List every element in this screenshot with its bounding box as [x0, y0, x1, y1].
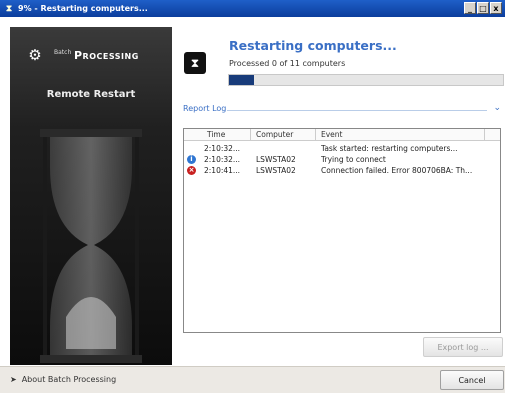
info-icon: i: [187, 155, 196, 164]
divider: [484, 129, 485, 140]
report-log-table[interactable]: Time Computer Event 2:10:32... Task start…: [183, 128, 501, 333]
table-row[interactable]: × 2:10:41... LSWSTA02 Connection failed. Er…: [184, 165, 500, 176]
cell-computer: LSWSTA02: [256, 166, 296, 175]
task-status: Processed 0 of 11 computers: [229, 59, 346, 68]
cell-event: Task started: restarting computers...: [321, 144, 458, 153]
task-icon: ⧗: [184, 52, 206, 74]
window-controls: _ □ x: [464, 2, 502, 14]
close-button[interactable]: x: [490, 2, 502, 14]
gear-icon: ⚙: [28, 46, 42, 64]
chevron-down-icon[interactable]: ⌄: [493, 103, 501, 113]
col-time[interactable]: Time: [207, 130, 225, 139]
table-header: Time Computer Event: [184, 129, 500, 141]
brand-logo: ⚙ Batch Processing: [10, 47, 172, 69]
title-bar: ⧗ 9% - Restarting computers... _ □ x: [0, 0, 505, 17]
maximize-button[interactable]: □: [477, 2, 489, 14]
cell-time: 2:10:32...: [204, 155, 241, 164]
hourglass-icon: ⧗: [5, 3, 13, 14]
report-log-label: Report Log: [183, 104, 230, 113]
tool-name: Remote Restart: [46, 89, 136, 100]
error-icon: ×: [187, 166, 196, 175]
progress-bar: [228, 74, 504, 86]
table-row[interactable]: 2:10:32... Task started: restarting compu…: [184, 143, 500, 154]
window-title: 9% - Restarting computers...: [18, 4, 148, 13]
col-computer[interactable]: Computer: [256, 130, 293, 139]
task-title: Restarting computers...: [229, 38, 397, 53]
cell-event: Connection failed. Error 800706BA: Th...: [321, 166, 473, 175]
report-log-header[interactable]: Report Log ⌄: [183, 103, 501, 116]
about-link[interactable]: ➤ About Batch Processing: [10, 375, 116, 384]
cell-time: 2:10:32...: [204, 144, 241, 153]
brand-processing-text: Processing: [74, 49, 139, 62]
about-label: About Batch Processing: [21, 375, 117, 384]
cell-computer: LSWSTA02: [256, 155, 296, 164]
export-log-button[interactable]: Export log ...: [423, 337, 503, 357]
footer: ➤ About Batch Processing: [0, 366, 505, 393]
divider: [315, 129, 316, 140]
divider: [250, 129, 251, 140]
divider: [227, 110, 487, 111]
hourglass-illustration: [40, 129, 142, 363]
brand-batch-text: Batch: [54, 49, 72, 56]
cell-event: Trying to connect: [321, 155, 386, 164]
cell-time: 2:10:41...: [204, 166, 241, 175]
minimize-button[interactable]: _: [464, 2, 476, 14]
progress-fill: [229, 75, 254, 85]
table-row[interactable]: i 2:10:32... LSWSTA02 Trying to connect: [184, 154, 500, 165]
branding-panel: ⚙ Batch Processing Remote Restart: [10, 27, 172, 365]
cancel-button[interactable]: Cancel: [440, 370, 504, 390]
col-event[interactable]: Event: [321, 130, 343, 139]
arrow-right-icon: ➤: [10, 375, 17, 384]
hourglass-icon: ⧗: [190, 55, 200, 70]
